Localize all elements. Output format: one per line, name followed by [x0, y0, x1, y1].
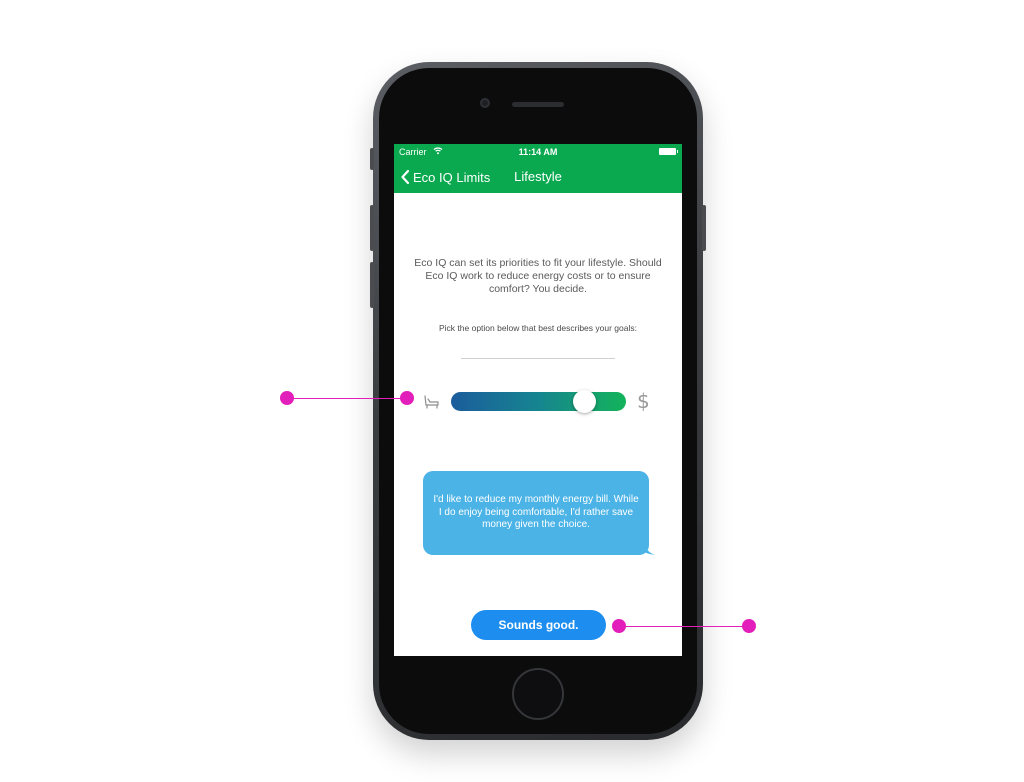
dollar-icon: $: [637, 389, 650, 413]
chevron-left-icon: [401, 169, 410, 185]
page-title: Lifestyle: [514, 169, 562, 184]
intro-text: Eco IQ can set its priorities to fit you…: [414, 257, 662, 295]
callout-dot-right-inner: [612, 619, 626, 633]
callout-dot-right-outer: [742, 619, 756, 633]
callout-dot-left-outer: [280, 391, 294, 405]
callout-line-slider: [287, 397, 407, 399]
battery-icon: [659, 148, 678, 155]
lifestyle-slider[interactable]: [451, 390, 626, 413]
power-button: [702, 205, 706, 251]
back-button[interactable]: Eco IQ Limits: [400, 167, 490, 187]
volume-up-button: [370, 205, 374, 251]
slider-thumb[interactable]: [573, 390, 596, 413]
earpiece-speaker: [512, 102, 564, 107]
message-bubble-tail: [643, 542, 655, 555]
status-time: 11:14 AM: [518, 147, 558, 157]
app-screen: Carrier 11:14 AM Eco IQ Limits Lifestyle…: [394, 144, 682, 656]
navigation-bar: Eco IQ Limits Lifestyle: [394, 160, 682, 193]
sounds-good-button[interactable]: Sounds good.: [471, 610, 606, 640]
message-text: I'd like to reduce my monthly energy bil…: [433, 494, 639, 531]
divider: [461, 358, 615, 359]
status-bar: Carrier 11:14 AM: [394, 144, 682, 160]
armchair-comfort-icon: [424, 395, 439, 409]
front-camera: [480, 98, 490, 108]
volume-down-button: [370, 262, 374, 308]
mute-switch: [370, 148, 374, 170]
home-button[interactable]: [512, 668, 564, 720]
callout-dot-left-inner: [400, 391, 414, 405]
instruction-text: Pick the option below that best describe…: [439, 323, 637, 333]
callout-line-button: [619, 625, 749, 627]
message-bubble: I'd like to reduce my monthly energy bil…: [423, 471, 649, 555]
